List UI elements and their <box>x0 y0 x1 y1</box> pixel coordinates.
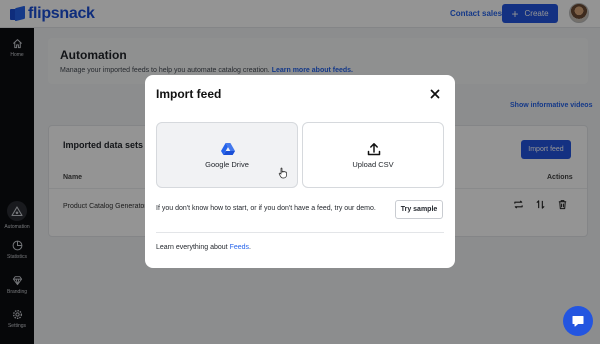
google-drive-icon <box>221 143 235 155</box>
google-drive-label: Google Drive <box>205 160 249 169</box>
import-feed-modal: Import feed Google Drive Upload CSV If y… <box>145 75 455 268</box>
learn-suffix: . <box>249 244 251 251</box>
upload-csv-option[interactable]: Upload CSV <box>302 122 444 188</box>
close-icon[interactable] <box>428 87 442 101</box>
upload-csv-label: Upload CSV <box>352 160 394 169</box>
modal-title: Import feed <box>156 87 222 101</box>
modal-divider <box>156 232 444 233</box>
chat-widget-button[interactable] <box>563 306 593 336</box>
upload-icon <box>367 143 381 156</box>
demo-hint-text: If you don't know how to start, or if yo… <box>156 205 376 212</box>
learn-prefix: Learn everything about <box>156 244 230 251</box>
hand-cursor-icon <box>278 167 287 179</box>
chat-bubble-icon <box>572 316 584 327</box>
try-sample-button[interactable]: Try sample <box>395 200 443 219</box>
feeds-link[interactable]: Feeds <box>230 244 249 251</box>
learn-feeds-text: Learn everything about Feeds. <box>156 244 251 251</box>
google-drive-option[interactable]: Google Drive <box>156 122 298 188</box>
